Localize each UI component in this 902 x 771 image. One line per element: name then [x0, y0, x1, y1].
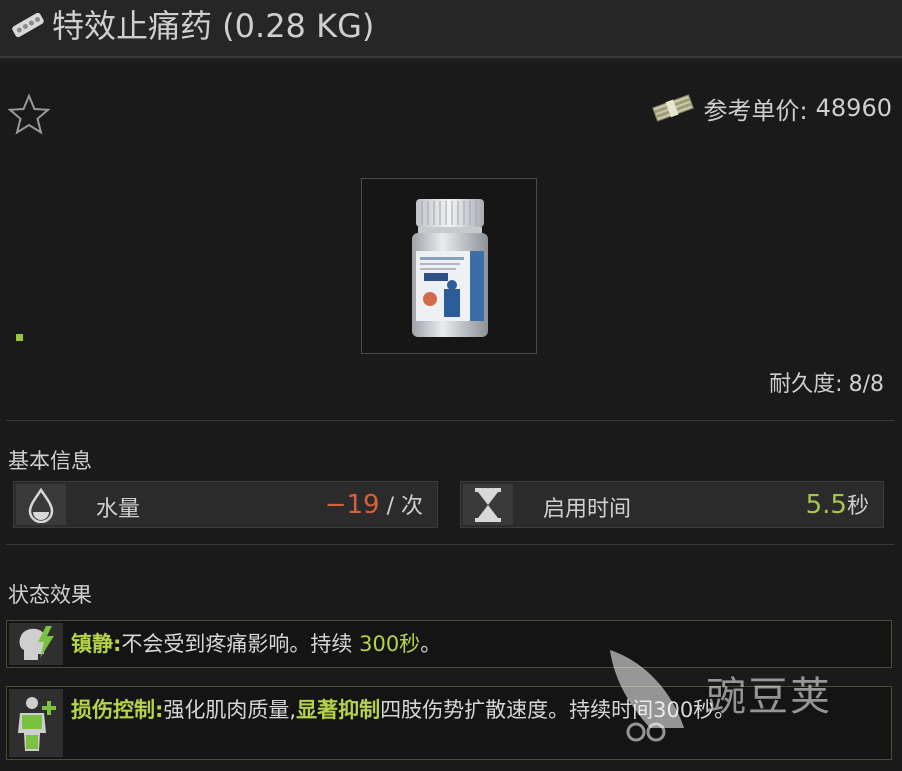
- painkiller-head-icon: [19, 626, 54, 660]
- body-heal-icon: [18, 697, 56, 751]
- durability-label: 耐久度:: [769, 372, 843, 397]
- durability: 耐久度: 8/8: [769, 366, 884, 398]
- stat-number: −19: [324, 490, 380, 520]
- divider: [6, 544, 894, 545]
- pill-bottle-image: [412, 199, 488, 337]
- stat-water: 水量 −19 / 次: [13, 481, 438, 528]
- effect-text: 强化肌肉质量,: [163, 698, 297, 722]
- effect-description: 损伤控制:强化肌肉质量,显著抑制四肢伤势扩散速度。持续时间300秒。: [71, 695, 877, 726]
- stat-number: 5.5: [805, 490, 847, 520]
- window-header: 特效止痛药 (0.28 KG): [0, 0, 902, 58]
- stat-value: −19 / 次: [325, 488, 423, 520]
- effect-name: 损伤控制:: [71, 698, 164, 722]
- favorite-star-icon[interactable]: [6, 92, 52, 138]
- durability-value: 8/8: [848, 372, 884, 397]
- item-title: 特效止痛药 (0.28 KG): [52, 7, 375, 45]
- effect-highlight: 显著抑制: [296, 698, 381, 722]
- stat-label: 水量: [96, 497, 141, 522]
- stat-icon-wrap: [463, 484, 513, 525]
- price-label: 参考单价:: [703, 96, 808, 125]
- item-image-frame: [361, 178, 537, 354]
- hourglass-icon: [475, 487, 501, 522]
- effect-icon-wrap: [9, 623, 63, 665]
- effect-text: 不会受到疼痛影响。持续: [121, 632, 360, 656]
- status-indicator: [16, 334, 23, 341]
- effect-row-damage-control: 损伤控制:强化肌肉质量,显著抑制四肢伤势扩散速度。持续时间300秒。: [6, 686, 892, 760]
- stat-icon-wrap: [16, 484, 66, 525]
- basic-info-title: 基本信息: [8, 449, 92, 473]
- effect-description: 镇静:不会受到疼痛影响。持续 300秒。: [71, 629, 877, 660]
- effect-text-end: 。: [420, 632, 442, 656]
- effect-row-sedation: 镇静:不会受到疼痛影响。持续 300秒。: [6, 620, 892, 668]
- stat-unit: 秒: [846, 494, 869, 519]
- reference-price: 参考单价: 48960: [650, 88, 892, 128]
- pill-strip-icon: [12, 12, 44, 38]
- effect-duration: 300秒: [359, 632, 421, 656]
- stat-label: 启用时间: [543, 497, 632, 522]
- stat-use-time: 启用时间 5.5秒: [460, 481, 884, 528]
- stat-value: 5.5秒: [806, 488, 869, 520]
- effect-text-end: 四肢伤势扩散速度。持续时间300秒。: [380, 698, 736, 722]
- stat-unit: / 次: [379, 494, 423, 519]
- divider: [6, 420, 894, 421]
- effect-name: 镇静:: [71, 632, 122, 656]
- status-effects-title: 状态效果: [8, 583, 92, 607]
- money-stack-icon: [651, 94, 694, 122]
- effect-icon-wrap: [9, 689, 63, 757]
- price-value: 48960: [815, 94, 892, 122]
- water-drop-icon: [28, 487, 54, 523]
